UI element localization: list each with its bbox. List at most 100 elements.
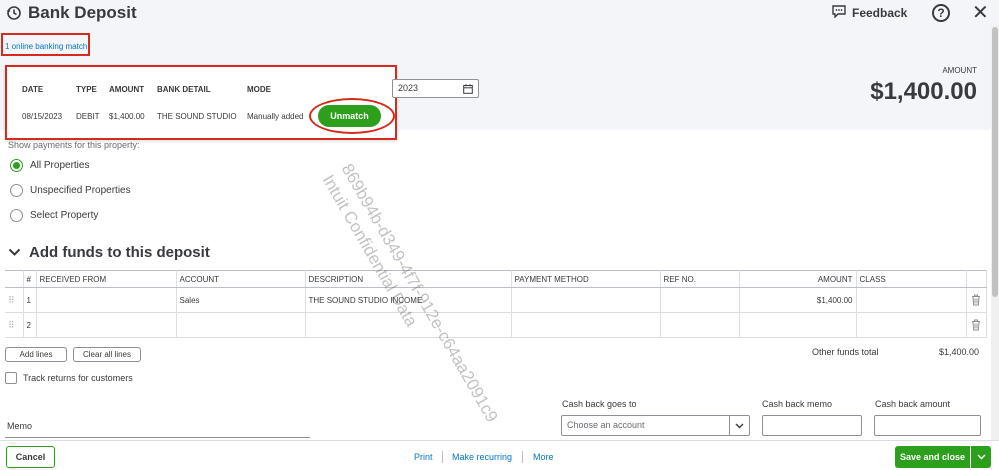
- cell-payment-method[interactable]: [511, 287, 661, 313]
- radio-button[interactable]: [10, 184, 23, 197]
- match-header-mode: MODE: [247, 85, 271, 94]
- cash-back-account-placeholder: Choose an account: [567, 420, 645, 430]
- cell-description[interactable]: [305, 312, 512, 338]
- unmatch-button[interactable]: Unmatch: [318, 105, 381, 127]
- calendar-icon[interactable]: [463, 83, 473, 100]
- match-bank-detail: THE SOUND STUDIO: [157, 112, 237, 121]
- funds-section-title: Add funds to this deposit: [29, 244, 210, 261]
- radio-unspecified-properties[interactable]: Unspecified Properties: [10, 184, 131, 197]
- footer-divider: [522, 451, 523, 463]
- col-number: #: [23, 270, 37, 288]
- radio-button[interactable]: [10, 159, 23, 172]
- deposit-date-input[interactable]: 2023: [392, 79, 479, 98]
- radio-label: All Properties: [30, 160, 90, 171]
- col-actions: [966, 270, 987, 288]
- radio-label: Unspecified Properties: [30, 185, 131, 196]
- cell-account[interactable]: [176, 312, 306, 338]
- trash-icon[interactable]: [966, 287, 987, 313]
- other-funds-value: $1,400.00: [938, 347, 979, 357]
- drag-handle-icon[interactable]: ⠿: [5, 287, 24, 313]
- cell-account[interactable]: Sales: [176, 287, 306, 313]
- chevron-down-icon[interactable]: [729, 416, 749, 435]
- cash-back-memo-input[interactable]: [762, 415, 862, 436]
- scrollbar-thumb[interactable]: [992, 27, 998, 297]
- match-amount: $1,400.00: [109, 112, 145, 121]
- more-link[interactable]: More: [533, 452, 554, 462]
- col-payment-method: PAYMENT METHOD: [511, 270, 661, 288]
- footer-divider: [442, 451, 443, 463]
- cell-class[interactable]: [856, 287, 967, 313]
- row-number: 2: [23, 312, 37, 338]
- amount-label: AMOUNT: [942, 66, 977, 75]
- cell-ref-no[interactable]: [660, 312, 740, 338]
- radio-select-property[interactable]: Select Property: [10, 209, 98, 222]
- col-account: ACCOUNT: [176, 270, 306, 288]
- match-type: DEBIT: [76, 112, 100, 121]
- save-and-close-button[interactable]: Save and close: [895, 446, 970, 468]
- match-date: 08/15/2023: [22, 112, 63, 121]
- match-header-type: TYPE: [76, 85, 97, 94]
- save-options-chevron-icon[interactable]: [971, 446, 991, 468]
- cell-amount[interactable]: $1,400.00: [739, 287, 857, 313]
- cash-back-goes-to-label: Cash back goes to: [562, 399, 637, 409]
- col-received-from: RECEIVED FROM: [36, 270, 177, 288]
- row-number: 1: [23, 287, 37, 313]
- history-icon[interactable]: [6, 5, 22, 21]
- col-description: DESCRIPTION: [305, 270, 512, 288]
- cell-description[interactable]: THE SOUND STUDIO INCOME: [305, 287, 512, 313]
- cell-payment-method[interactable]: [511, 312, 661, 338]
- clear-all-lines-button[interactable]: Clear all lines: [73, 347, 141, 362]
- radio-label: Select Property: [30, 210, 99, 221]
- cash-back-account-select[interactable]: Choose an account: [561, 415, 750, 436]
- col-class: CLASS: [856, 270, 967, 288]
- print-link[interactable]: Print: [414, 452, 433, 462]
- track-returns-option[interactable]: Track returns for customers: [5, 372, 133, 384]
- table-row[interactable]: ⠿ 1 Sales THE SOUND STUDIO INCOME $1,400…: [5, 287, 987, 313]
- deposit-date-value: 2023: [398, 83, 419, 93]
- add-lines-button[interactable]: Add lines: [5, 347, 67, 362]
- col-amount: AMOUNT: [739, 270, 857, 288]
- page-header: Bank Deposit: [6, 3, 137, 23]
- help-icon[interactable]: ?: [932, 4, 950, 22]
- funds-table: # RECEIVED FROM ACCOUNT DESCRIPTION PAYM…: [5, 270, 987, 338]
- cash-back-memo-label: Cash back memo: [762, 399, 833, 409]
- col-ref-no: REF NO.: [660, 270, 740, 288]
- other-funds-label: Other funds total: [812, 347, 879, 357]
- funds-section-header[interactable]: Add funds to this deposit: [8, 244, 210, 261]
- radio-button[interactable]: [10, 209, 23, 222]
- close-icon[interactable]: ✕: [972, 3, 989, 23]
- make-recurring-link[interactable]: Make recurring: [452, 452, 512, 462]
- footer-bar: Cancel Print Make recurring More Save an…: [0, 440, 999, 470]
- radio-all-properties[interactable]: All Properties: [10, 159, 89, 172]
- funds-header-row: # RECEIVED FROM ACCOUNT DESCRIPTION PAYM…: [5, 270, 987, 288]
- col-drag: [5, 270, 24, 288]
- feedback-icon: [832, 5, 846, 21]
- chevron-down-icon[interactable]: [8, 246, 21, 260]
- track-returns-checkbox[interactable]: [5, 372, 17, 384]
- feedback-button[interactable]: Feedback: [832, 5, 907, 21]
- cash-back-amount-label: Cash back amount: [875, 399, 951, 409]
- cell-received-from[interactable]: [36, 312, 177, 338]
- memo-label: Memo: [7, 421, 33, 431]
- banking-match-popup: DATE TYPE AMOUNT BANK DETAIL MODE 08/15/…: [5, 65, 397, 140]
- trash-icon[interactable]: [966, 312, 987, 338]
- page-title: Bank Deposit: [28, 3, 137, 22]
- scrollbar[interactable]: [991, 25, 999, 440]
- cell-received-from[interactable]: [36, 287, 177, 313]
- amount-value: $1,400.00: [870, 78, 977, 105]
- match-header-amount: AMOUNT: [109, 85, 145, 94]
- cancel-button[interactable]: Cancel: [6, 446, 55, 468]
- feedback-label: Feedback: [852, 6, 908, 20]
- cell-ref-no[interactable]: [660, 287, 740, 313]
- cash-back-amount-input[interactable]: [874, 415, 981, 436]
- match-mode: Manually added: [247, 112, 304, 121]
- match-header-bank-detail: BANK DETAIL: [157, 85, 211, 94]
- cell-amount[interactable]: [739, 312, 857, 338]
- track-returns-label: Track returns for customers: [23, 373, 133, 383]
- cell-class[interactable]: [856, 312, 967, 338]
- property-prompt: Show payments for this property:: [8, 140, 140, 150]
- online-banking-match-link[interactable]: 1 online banking match: [5, 42, 87, 51]
- drag-handle-icon[interactable]: ⠿: [5, 312, 24, 338]
- match-header-date: DATE: [22, 85, 44, 94]
- table-row[interactable]: ⠿ 2: [5, 312, 987, 338]
